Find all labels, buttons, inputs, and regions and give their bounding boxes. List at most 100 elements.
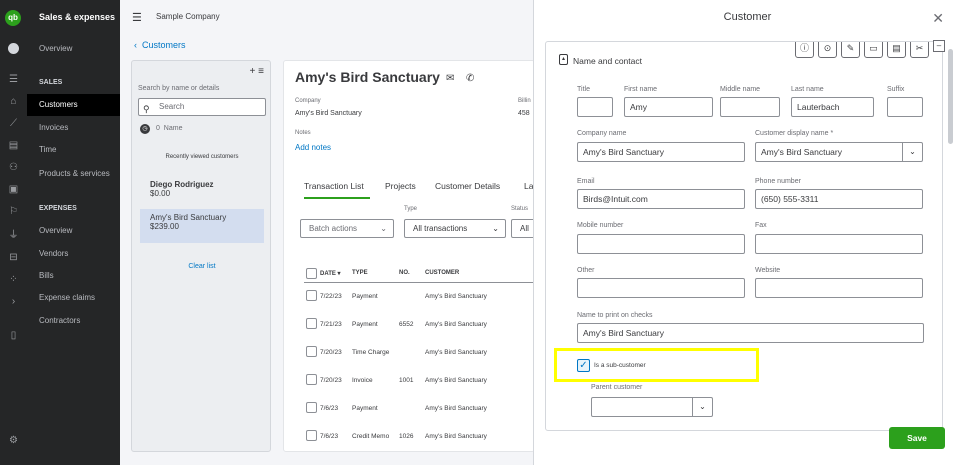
email-field[interactable]: Birds@Intuit.com — [577, 189, 745, 209]
row-checkbox[interactable] — [306, 402, 317, 413]
last-name-field[interactable]: Lauterbach — [791, 97, 874, 117]
last-name-label: Last name — [791, 86, 824, 93]
cell-customer: Amy's Bird Sanctuary — [425, 293, 487, 300]
row-checkbox[interactable] — [306, 430, 317, 441]
sub-customer-checkbox[interactable]: ✓ — [577, 359, 590, 372]
website-field[interactable] — [755, 278, 923, 298]
fax-field[interactable] — [755, 234, 923, 254]
menu-icon[interactable]: ☰ — [7, 73, 20, 86]
table-row[interactable]: 7/22/23 Payment Amy's Bird Sanctuary — [304, 283, 536, 311]
customer-name: Amy's Bird Sanctuary — [150, 213, 227, 222]
expenses-icon[interactable]: ⚇ — [7, 161, 20, 174]
status-value: All — [520, 224, 529, 233]
scrollbar-thumb[interactable] — [948, 49, 953, 144]
drawer-scrollbar[interactable] — [947, 41, 953, 416]
cell-customer: Amy's Bird Sanctuary — [425, 321, 487, 328]
back-link[interactable]: ‹ Customers — [134, 40, 186, 50]
sort-count: 0 — [156, 125, 160, 132]
other-field[interactable] — [577, 278, 745, 298]
banking-icon[interactable]: ⏚ — [7, 229, 20, 242]
clear-list-link[interactable]: Clear list — [132, 263, 272, 270]
row-checkbox[interactable] — [306, 374, 317, 385]
phone-icon[interactable]: ✆ — [466, 73, 474, 84]
taxes-icon[interactable]: ⊟ — [7, 251, 20, 264]
phone-field[interactable]: (650) 555-3311 — [755, 189, 923, 209]
tab-customer-details[interactable]: Customer Details — [435, 181, 500, 191]
fax-label: Fax — [755, 222, 767, 229]
add-notes-link[interactable]: Add notes — [295, 143, 331, 152]
reports-icon[interactable]: ▣ — [7, 183, 20, 196]
sidebar-item-expenses-overview[interactable]: Overview — [27, 220, 120, 242]
table-row[interactable]: 7/21/23 Payment 6552 Amy's Bird Sanctuary — [304, 311, 536, 339]
apps-icon[interactable]: ⁘ — [7, 273, 20, 286]
customer-list-item[interactable]: Diego Rodriguez $0.00 — [140, 176, 264, 210]
type-dropdown[interactable]: All transactions ⌄ — [404, 219, 506, 238]
select-all-checkbox[interactable] — [306, 268, 317, 279]
table-row[interactable]: 7/20/23 Invoice 1001 Amy's Bird Sanctuary — [304, 367, 536, 395]
payroll-icon[interactable]: ⚐ — [7, 205, 20, 218]
payment-icon[interactable]: ▭ — [864, 42, 883, 58]
table-row[interactable]: 7/6/23 Payment Amy's Bird Sanctuary — [304, 395, 536, 423]
add-icon[interactable]: + — [250, 66, 256, 77]
table-row[interactable]: 7/20/23 Time Charge Amy's Bird Sanctuary — [304, 339, 536, 367]
expand-icon[interactable]: › — [7, 295, 20, 308]
sort-row[interactable]: ◷ 0 Name — [140, 124, 182, 134]
email-icon[interactable]: ✉ — [446, 73, 454, 84]
print-name-field[interactable]: Amy's Bird Sanctuary — [577, 323, 924, 343]
mobile-field[interactable] — [577, 234, 745, 254]
middle-name-field[interactable] — [720, 97, 780, 117]
title-field[interactable] — [577, 97, 613, 117]
parent-customer-select[interactable]: ⌄ — [591, 397, 713, 417]
first-name-field[interactable]: Amy — [624, 97, 713, 117]
cell-type: Payment — [352, 405, 378, 412]
qb-logo-icon[interactable]: qb — [5, 10, 21, 26]
chart-icon[interactable]: ⟋ — [7, 117, 20, 130]
display-name-select[interactable]: Amy's Bird Sanctuary ⌄ — [755, 142, 923, 162]
info-icon[interactable]: ⓘ — [795, 42, 814, 58]
sidebar-item-vendors[interactable]: Vendors — [27, 243, 120, 265]
cell-date: 7/6/23 — [320, 433, 339, 440]
sidebar-item-expense-claims[interactable]: Expense claims — [27, 287, 120, 309]
collapse-menu-icon[interactable]: ☰ — [132, 11, 142, 24]
table-row[interactable]: 7/6/23 Credit Memo 1026 Amy's Bird Sanctuar… — [304, 423, 536, 451]
tab-transaction-list[interactable]: Transaction List — [304, 181, 364, 191]
sidebar-item-contractors[interactable]: Contractors — [27, 310, 120, 332]
list-menu-icon[interactable]: ≡ — [258, 66, 264, 77]
display-name-label: Customer display name * — [755, 130, 834, 137]
customer-title: Amy's Bird Sanctuary — [295, 69, 440, 85]
sidebar-item-bills[interactable]: Bills — [27, 265, 120, 287]
tab-projects[interactable]: Projects — [385, 181, 416, 191]
cell-no: 6552 — [399, 321, 414, 328]
row-checkbox[interactable] — [306, 290, 317, 301]
sidebar-item-invoices[interactable]: Invoices — [27, 117, 120, 139]
create-icon[interactable] — [8, 43, 19, 54]
bookmark-icon[interactable]: ▯ — [7, 329, 20, 342]
edit-icon[interactable]: ✎ — [841, 42, 860, 58]
col-date[interactable]: DATE ▾ — [320, 270, 341, 277]
type-label: Type — [404, 206, 418, 212]
sidebar-item-overview[interactable]: Overview — [27, 38, 120, 60]
close-icon[interactable]: ✕ — [932, 10, 944, 27]
chevron-down-icon: ⌄ — [492, 224, 499, 233]
cell-customer: Amy's Bird Sanctuary — [425, 377, 487, 384]
sidebar-item-time[interactable]: Time — [27, 139, 120, 161]
sidebar-item-products[interactable]: Products & services — [27, 163, 120, 185]
search-input[interactable]: ⚲ Search — [138, 98, 266, 116]
notes-icon[interactable]: ▤ — [887, 42, 906, 58]
row-checkbox[interactable] — [306, 346, 317, 357]
sales-icon[interactable]: ▤ — [7, 139, 20, 152]
suffix-field[interactable] — [887, 97, 923, 117]
sidebar-item-customers[interactable]: Customers — [27, 94, 120, 116]
minimize-icon[interactable]: – — [933, 40, 945, 52]
row-checkbox[interactable] — [306, 318, 317, 329]
batch-actions-dropdown[interactable]: Batch actions ⌄ — [300, 219, 394, 238]
section-title: Name and contact — [573, 56, 642, 66]
location-icon[interactable]: ⊙ — [818, 42, 837, 58]
gear-icon[interactable]: ⚙ — [9, 435, 18, 446]
home-icon[interactable]: ⌂ — [7, 95, 20, 108]
cell-type: Invoice — [352, 377, 373, 384]
company-name-field[interactable]: Amy's Bird Sanctuary — [577, 142, 745, 162]
customer-list-item-selected[interactable]: Amy's Bird Sanctuary $239.00 — [140, 209, 264, 243]
save-button[interactable]: Save — [889, 427, 945, 449]
tools-icon[interactable]: ✂ — [910, 42, 929, 58]
